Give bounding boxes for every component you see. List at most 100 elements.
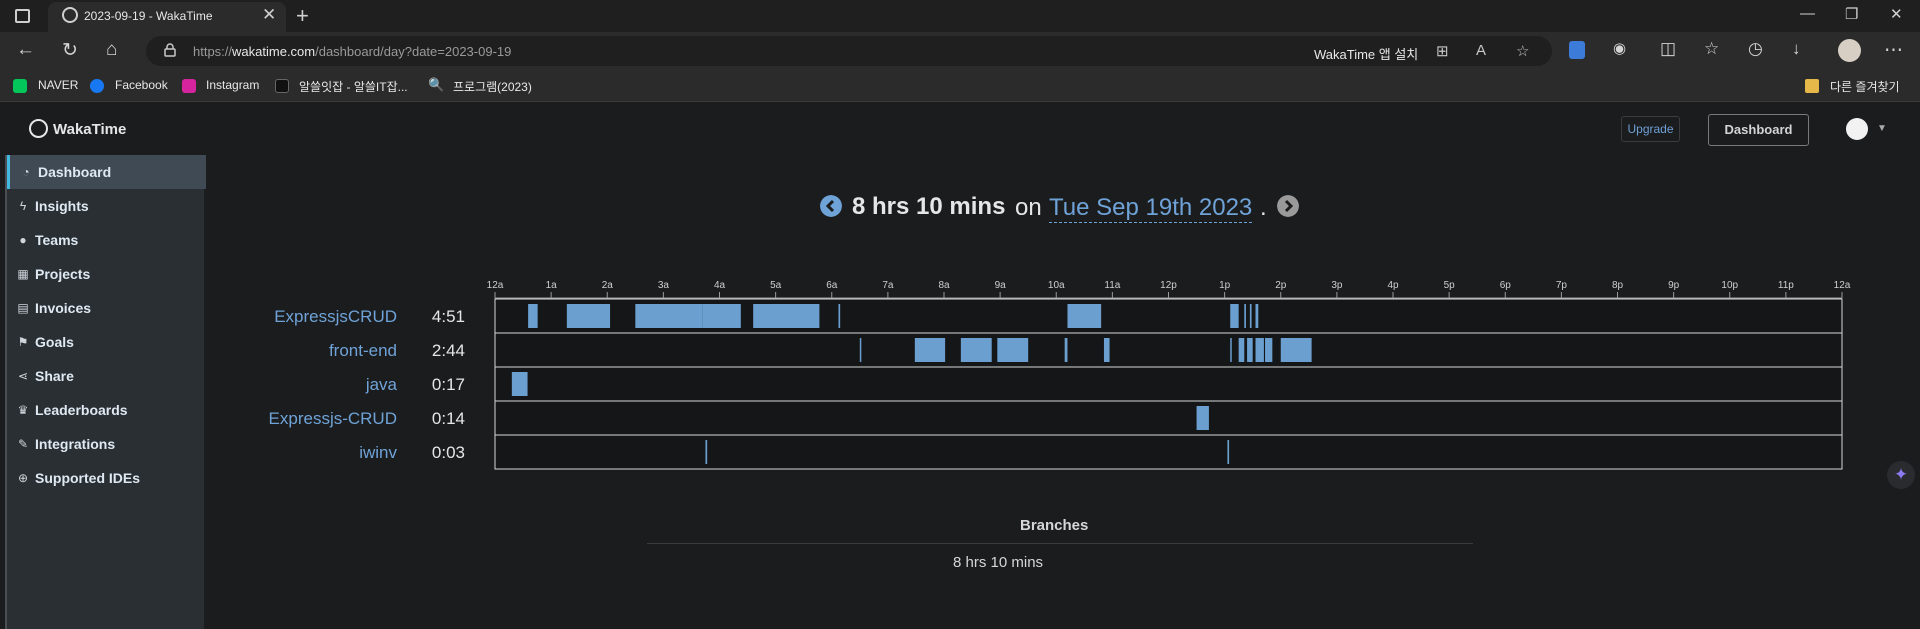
x-tick-label: 9a xyxy=(995,280,1007,291)
x-tick-label: 7a xyxy=(882,280,894,291)
x-tick-label: 2p xyxy=(1275,280,1287,291)
bookmark-program[interactable]: 프로그램(2023) xyxy=(453,78,532,95)
install-app-label[interactable]: WakaTime 앱 설치 xyxy=(1314,44,1418,63)
project-name-link[interactable]: iwinv xyxy=(359,443,397,462)
activity-segment xyxy=(1196,406,1209,430)
window-close-icon[interactable]: ✕ xyxy=(1890,5,1903,23)
activity-segment xyxy=(1230,304,1239,328)
facebook-icon xyxy=(90,79,104,93)
project-name-link[interactable]: ExpressjsCRUD xyxy=(274,307,397,326)
activity-segment xyxy=(528,304,538,328)
tab-title: 2023-09-19 - WakaTime xyxy=(84,9,213,23)
x-tick-label: 4a xyxy=(714,280,726,291)
bookmark-facebook[interactable]: Facebook xyxy=(115,78,168,92)
project-name-link[interactable]: java xyxy=(365,375,398,394)
activity-segment xyxy=(1238,338,1245,362)
wakatime-app: WakaTime Upgrade Dashboard ▼ ◔ Dashboard… xyxy=(0,103,1920,629)
bookmark-instagram[interactable]: Instagram xyxy=(206,78,259,92)
x-tick-label: 11p xyxy=(1778,280,1794,291)
x-tick-label: 12a xyxy=(487,280,504,291)
x-tick-label: 12a xyxy=(1834,280,1851,291)
activity-segment xyxy=(914,338,946,362)
x-tick-label: 6p xyxy=(1500,280,1512,291)
activity-segment xyxy=(838,304,841,328)
activity-segment xyxy=(1227,440,1230,464)
app-install-icon[interactable]: ⊞ xyxy=(1436,42,1449,60)
timeline-row xyxy=(494,366,1843,402)
x-tick-label: 8p xyxy=(1612,280,1624,291)
divider xyxy=(647,543,1473,544)
x-tick-label: 8a xyxy=(938,280,950,291)
x-tick-label: 5p xyxy=(1444,280,1456,291)
home-icon[interactable]: ⌂ xyxy=(106,39,117,61)
more-menu-icon[interactable]: ⋯ xyxy=(1884,39,1903,62)
activity-segment xyxy=(1255,304,1259,328)
activity-segment xyxy=(1230,338,1232,362)
new-tab-icon[interactable]: + xyxy=(296,3,309,29)
activity-segment xyxy=(702,304,741,328)
x-tick-label: 1p xyxy=(1219,280,1231,291)
activity-segment xyxy=(511,372,528,396)
x-tick-label: 2a xyxy=(602,280,614,291)
x-tick-label: 11a xyxy=(1104,280,1120,291)
bookmarks-bar: NAVER Facebook Instagram 알쓸잇잡 - 알쓸IT잡...… xyxy=(0,70,1920,102)
download-icon[interactable]: ↓ xyxy=(1792,39,1801,59)
tab-strip: 2023-09-19 - WakaTime ✕ + — ❐ ✕ xyxy=(0,0,1920,32)
split-screen-icon[interactable]: ◫ xyxy=(1660,39,1676,59)
x-tick-label: 9p xyxy=(1668,280,1680,291)
timeline-row xyxy=(494,400,1843,436)
naver-icon xyxy=(13,79,27,93)
activity-segment xyxy=(705,440,708,464)
project-duration: 0:03 xyxy=(432,443,465,462)
profile-avatar[interactable] xyxy=(1838,39,1861,62)
x-tick-label: 4p xyxy=(1387,280,1399,291)
bookmark-alsseul[interactable]: 알쓸잇잡 - 알쓸IT잡... xyxy=(299,78,408,95)
activity-segment xyxy=(1244,304,1246,328)
other-bookmarks[interactable]: 다른 즐겨찾기 xyxy=(1830,78,1900,95)
tab-actions-icon[interactable] xyxy=(15,9,30,23)
tab-close-icon[interactable]: ✕ xyxy=(262,5,276,25)
bookmark-naver[interactable]: NAVER xyxy=(38,78,78,92)
branches-total: 8 hrs 10 mins xyxy=(953,554,1044,571)
activity-segment xyxy=(635,304,703,328)
favorites-icon[interactable]: ☆ xyxy=(1704,39,1719,59)
activity-segment xyxy=(566,304,611,328)
back-icon[interactable]: ← xyxy=(16,39,35,61)
x-tick-label: 1a xyxy=(546,280,558,291)
x-tick-label: 3p xyxy=(1331,280,1343,291)
search-icon: 🔍 xyxy=(428,77,445,92)
activity-segment xyxy=(1103,338,1110,362)
extension-icon[interactable]: ◉ xyxy=(1613,39,1626,57)
url-text[interactable]: https://wakatime.com/dashboard/day?date=… xyxy=(193,44,511,59)
activity-segment xyxy=(960,338,992,362)
timeline-row xyxy=(494,434,1843,470)
x-tick-label: 7p xyxy=(1556,280,1568,291)
activity-segment xyxy=(1064,338,1068,362)
restore-icon[interactable]: ❐ xyxy=(1845,5,1858,23)
read-aloud-icon[interactable]: A xyxy=(1476,42,1486,59)
refresh-icon[interactable]: ↻ xyxy=(62,39,78,62)
activity-segment xyxy=(1247,338,1253,362)
minimize-icon[interactable]: — xyxy=(1800,5,1815,22)
bitwarden-icon[interactable] xyxy=(1569,41,1585,59)
lock-icon xyxy=(164,43,176,57)
project-duration: 4:51 xyxy=(432,307,465,326)
folder-icon xyxy=(1805,79,1819,93)
project-duration: 0:14 xyxy=(432,409,465,428)
wakatime-favicon-icon xyxy=(62,7,78,23)
x-tick-label: 10p xyxy=(1721,280,1738,291)
address-bar[interactable]: https://wakatime.com/dashboard/day?date=… xyxy=(146,36,1552,66)
history-icon[interactable]: ◷ xyxy=(1748,39,1763,59)
activity-segment xyxy=(997,338,1029,362)
favorite-star-icon[interactable]: ☆ xyxy=(1516,42,1529,60)
activity-segment xyxy=(1067,304,1102,328)
project-name-link[interactable]: front-end xyxy=(329,341,397,360)
x-tick-label: 10a xyxy=(1048,280,1065,291)
project-duration: 0:17 xyxy=(432,375,465,394)
project-duration: 2:44 xyxy=(432,341,465,360)
activity-segment xyxy=(753,304,820,328)
activity-segment xyxy=(1280,338,1312,362)
copilot-sparkle-icon[interactable]: ✦ xyxy=(1887,461,1915,489)
project-name-link[interactable]: Expressjs-CRUD xyxy=(269,409,397,428)
site-icon xyxy=(275,79,289,93)
